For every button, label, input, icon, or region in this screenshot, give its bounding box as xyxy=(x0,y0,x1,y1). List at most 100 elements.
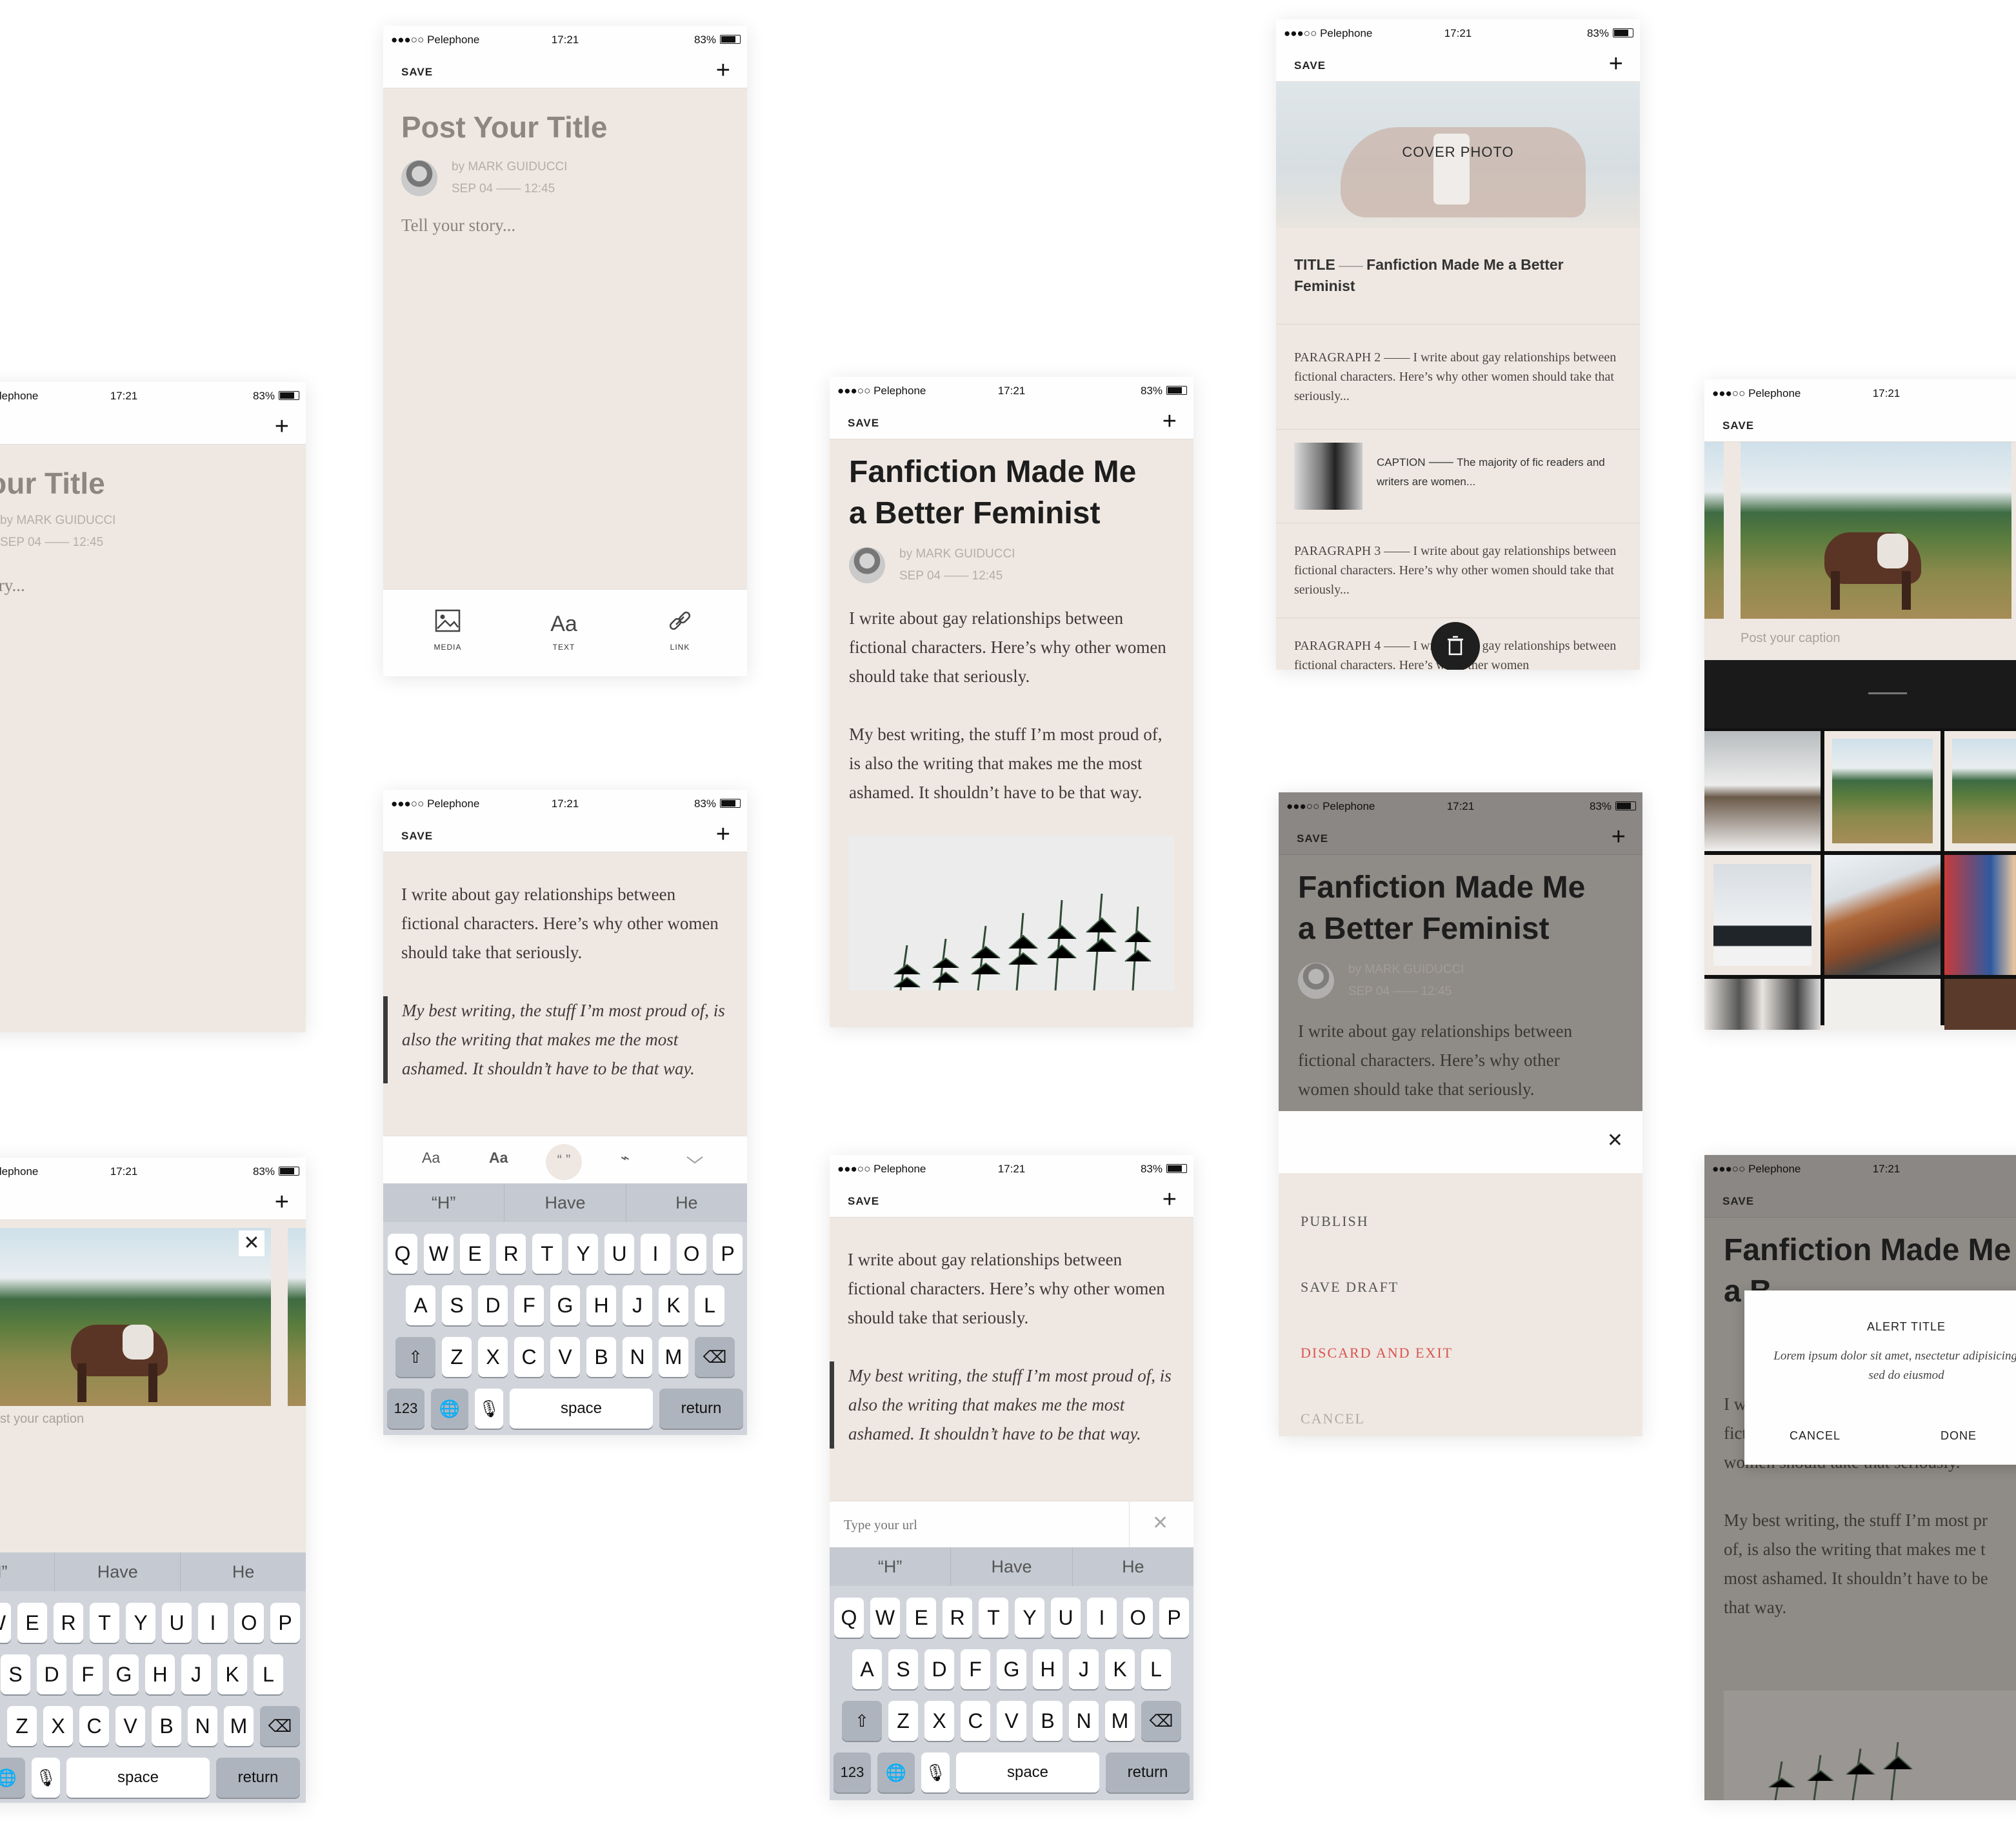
title-placeholder[interactable]: st Your Title xyxy=(0,466,306,501)
close-icon[interactable]: ✕ xyxy=(1607,1129,1623,1152)
paragraph-1[interactable]: I write about gay relationships between … xyxy=(830,1245,1175,1332)
key[interactable]: D xyxy=(37,1654,66,1694)
key[interactable]: P xyxy=(1159,1598,1189,1638)
shift-icon[interactable]: ⇧ xyxy=(842,1701,882,1741)
key[interactable]: L xyxy=(1141,1649,1171,1689)
article-image[interactable] xyxy=(849,836,1174,990)
picker-handle-bar[interactable] xyxy=(1704,660,2016,728)
save-button[interactable]: SAVE xyxy=(401,66,433,79)
key[interactable]: H xyxy=(1033,1649,1063,1689)
space-key[interactable]: space xyxy=(956,1752,1099,1792)
return-key[interactable]: return xyxy=(1106,1752,1190,1792)
key[interactable]: P xyxy=(713,1234,743,1274)
article-title-line2[interactable]: a Better Feminist xyxy=(849,493,1174,534)
grid-photo-horse[interactable] xyxy=(1824,731,1941,851)
quote-button[interactable]: “ ” xyxy=(546,1144,582,1180)
key[interactable]: E xyxy=(17,1603,47,1643)
save-button[interactable]: SAVE xyxy=(1294,59,1326,72)
save-button[interactable]: SAVE xyxy=(848,1195,879,1208)
grid-photo-portraits[interactable] xyxy=(1704,979,1821,1030)
key[interactable]: C xyxy=(79,1706,109,1746)
add-icon[interactable]: + xyxy=(275,414,289,439)
key[interactable]: Y xyxy=(126,1603,155,1643)
key[interactable]: P xyxy=(270,1603,300,1643)
story-placeholder[interactable]: Tell your story... xyxy=(401,216,729,236)
cancel-menu-item[interactable]: CANCEL xyxy=(1279,1386,1642,1436)
article-paragraph-2[interactable]: My best writing, the stuff I’m most prou… xyxy=(849,720,1174,807)
add-icon[interactable]: + xyxy=(1163,1187,1177,1212)
title-placeholder[interactable]: Post Your Title xyxy=(401,110,729,145)
key[interactable]: E xyxy=(460,1234,490,1274)
selected-photo[interactable] xyxy=(0,1228,271,1406)
key[interactable]: S xyxy=(442,1285,472,1325)
key[interactable]: O xyxy=(677,1234,706,1274)
key[interactable]: J xyxy=(1069,1649,1099,1689)
key[interactable]: X xyxy=(924,1701,954,1741)
key[interactable]: J xyxy=(181,1654,211,1694)
suggestion-2[interactable]: Have xyxy=(951,1547,1073,1586)
key[interactable]: K xyxy=(217,1654,247,1694)
key[interactable]: B xyxy=(1033,1701,1063,1741)
media-tool[interactable]: MEDIA xyxy=(415,609,480,652)
key[interactable]: U xyxy=(1051,1598,1081,1638)
close-icon[interactable]: ✕ xyxy=(239,1230,264,1256)
add-icon[interactable]: + xyxy=(275,1190,289,1214)
suggestion-3[interactable]: He xyxy=(1073,1547,1193,1586)
key[interactable]: I xyxy=(1087,1598,1117,1638)
key[interactable]: X xyxy=(43,1706,73,1746)
section-caption[interactable]: CAPTION —— The majority of fic readers a… xyxy=(1276,430,1640,523)
discard-menu-item[interactable]: DISCARD AND EXIT xyxy=(1279,1320,1642,1386)
key[interactable]: R xyxy=(496,1234,526,1274)
drag-handle[interactable] xyxy=(1868,692,1907,694)
grid-photo-canyon-road[interactable] xyxy=(1824,855,1941,975)
delete-icon[interactable]: ⌫ xyxy=(1141,1701,1181,1741)
grid-photo-reindeer[interactable] xyxy=(1704,731,1821,851)
key[interactable]: R xyxy=(943,1598,972,1638)
key[interactable]: M xyxy=(1105,1701,1135,1741)
key[interactable]: D xyxy=(478,1285,508,1325)
key[interactable]: O xyxy=(234,1603,264,1643)
add-icon[interactable]: + xyxy=(716,58,730,83)
delete-icon[interactable]: ⌫ xyxy=(260,1706,300,1746)
close-icon[interactable]: ✕ xyxy=(1152,1512,1168,1534)
grid-photo-field[interactable] xyxy=(1944,731,2016,851)
return-key[interactable]: return xyxy=(216,1758,300,1798)
key[interactable]: X xyxy=(478,1337,508,1377)
save-button[interactable]: SAVE xyxy=(401,830,433,843)
key[interactable]: F xyxy=(73,1654,103,1694)
key[interactable]: K xyxy=(1105,1649,1135,1689)
url-input[interactable] xyxy=(843,1509,1129,1540)
key[interactable]: B xyxy=(586,1337,616,1377)
suggestion-3[interactable]: He xyxy=(181,1552,306,1591)
key[interactable]: O xyxy=(1123,1598,1153,1638)
key[interactable]: L xyxy=(695,1285,724,1325)
key[interactable]: G xyxy=(550,1285,580,1325)
suggestion-1[interactable]: “H” xyxy=(383,1183,505,1222)
key[interactable]: I xyxy=(641,1234,670,1274)
key[interactable]: N xyxy=(188,1706,217,1746)
globe-icon[interactable]: 🌐 xyxy=(877,1752,915,1792)
key[interactable]: C xyxy=(514,1337,544,1377)
key[interactable]: W xyxy=(424,1234,454,1274)
selected-photo[interactable] xyxy=(1741,442,2011,619)
alert-done-button[interactable]: DONE xyxy=(1941,1429,1977,1443)
grid-photo-people[interactable] xyxy=(1944,855,2016,975)
photo-carousel[interactable]: ✕ xyxy=(0,1220,306,1406)
globe-icon[interactable]: 🌐 xyxy=(0,1758,25,1798)
key[interactable]: N xyxy=(1069,1701,1099,1741)
quote-block[interactable]: My best writing, the stuff I’m most prou… xyxy=(830,1361,1175,1449)
key[interactable]: W xyxy=(0,1603,11,1643)
grid-photo-person-snow[interactable] xyxy=(1704,855,1821,975)
prev-photo[interactable] xyxy=(1704,442,1724,619)
link-icon[interactable]: ⌁ xyxy=(621,1149,630,1167)
key[interactable]: A xyxy=(406,1285,435,1325)
save-button[interactable]: SAVE xyxy=(848,417,879,430)
key[interactable]: L xyxy=(254,1654,283,1694)
key[interactable]: T xyxy=(90,1603,119,1643)
shift-icon[interactable]: ⇧ xyxy=(395,1337,435,1377)
section-paragraph-3[interactable]: PARAGRAPH 3 —— I write about gay relatio… xyxy=(1276,523,1640,618)
key[interactable]: H xyxy=(586,1285,616,1325)
section-paragraph-2[interactable]: PARAGRAPH 2 —— I write about gay relatio… xyxy=(1276,325,1640,430)
add-icon[interactable]: + xyxy=(1163,409,1177,434)
key[interactable]: M xyxy=(224,1706,254,1746)
